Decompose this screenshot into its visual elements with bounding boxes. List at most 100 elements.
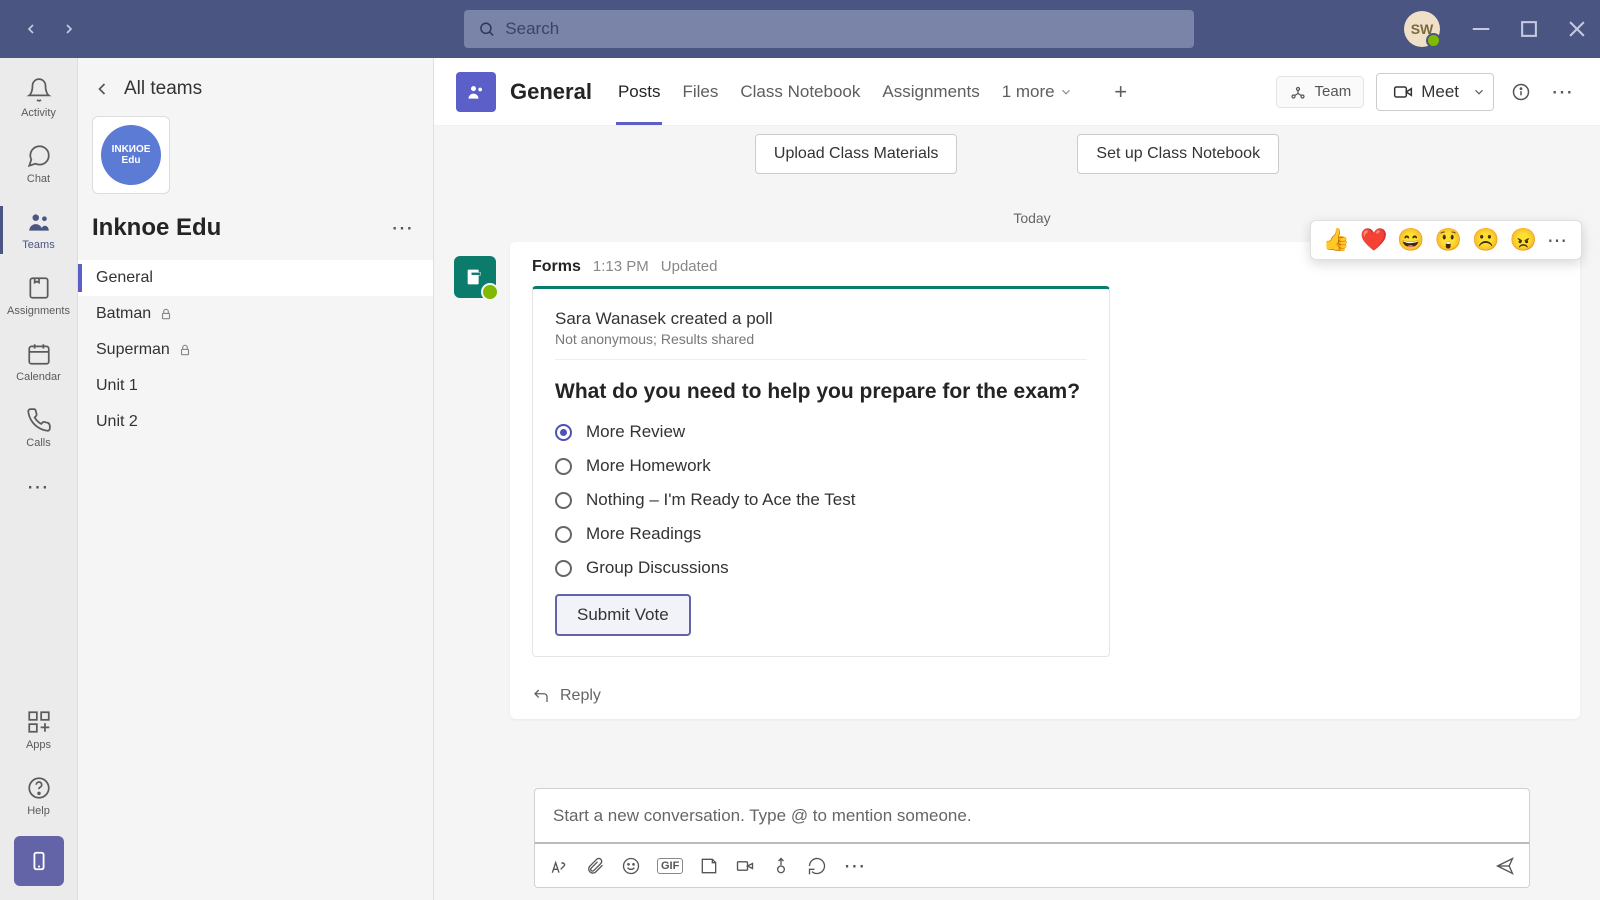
sticker-icon[interactable] [699,856,719,876]
radio-button[interactable] [555,458,572,475]
rail-chat[interactable]: Chat [0,132,77,196]
message-more-actions[interactable]: ⋯ [1547,228,1569,253]
message-time: 1:13 PM [593,258,649,275]
tab-more[interactable]: 1 more [1000,58,1075,125]
channel-more-button[interactable]: ⋯ [1548,77,1578,107]
poll-option[interactable]: More Homework [555,456,1087,476]
channel-info-button[interactable] [1506,77,1536,107]
rail-mobile-button[interactable] [14,836,64,886]
channel-batman[interactable]: Batman [78,296,433,332]
meet-label: Meet [1421,82,1459,102]
search-box[interactable] [464,10,1194,48]
loop-icon[interactable] [807,856,827,876]
format-icon[interactable] [549,856,569,876]
nav-forward-button[interactable] [54,14,84,44]
reaction-heart[interactable]: ❤️ [1360,227,1387,253]
poll-question: What do you need to help you prepare for… [555,378,1087,406]
lock-icon [159,307,173,321]
rail-teams[interactable]: Teams [0,198,77,262]
reply-button[interactable]: Reply [510,677,1580,719]
channel-unit-1[interactable]: Unit 1 [78,368,433,404]
rail-apps[interactable]: Apps [0,704,77,768]
chat-icon [26,143,52,169]
poll-option-label: Group Discussions [586,558,729,578]
app-rail: Activity Chat Teams Assignments Calendar… [0,58,78,900]
channel-superman[interactable]: Superman [78,332,433,368]
team-avatar[interactable]: INKИOE Edu [92,116,170,194]
rail-calls[interactable]: Calls [0,396,77,460]
radio-button[interactable] [555,526,572,543]
all-teams-button[interactable]: All teams [78,58,433,110]
rail-label: Calls [26,437,50,449]
poll-option[interactable]: Nothing – I'm Ready to Ace the Test [555,490,1087,510]
meet-button[interactable]: Meet [1376,73,1476,111]
nav-back-button[interactable] [16,14,46,44]
radio-button[interactable] [555,424,572,441]
channel-general[interactable]: General [78,260,433,296]
search-input[interactable] [505,19,1180,39]
tab-files[interactable]: Files [680,58,720,125]
emoji-icon[interactable] [621,856,641,876]
user-avatar[interactable]: SW [1404,11,1440,47]
mobile-icon [28,850,50,872]
assignments-icon [26,275,52,301]
rail-activity[interactable]: Activity [0,66,77,130]
team-title: Inknoe Edu [92,214,391,242]
team-btn-label: Team [1315,83,1352,100]
meet-now-icon[interactable] [735,856,755,876]
radio-button[interactable] [555,492,572,509]
message-sender[interactable]: Forms [532,258,581,276]
tab-class-notebook[interactable]: Class Notebook [738,58,862,125]
channel-label: Unit 2 [96,413,138,431]
tab-assignments[interactable]: Assignments [880,58,981,125]
poll-option[interactable]: More Review [555,422,1087,442]
channel-label: General [96,269,153,287]
reply-icon [532,687,550,705]
rail-help[interactable]: Help [0,770,77,834]
setup-class-notebook-button[interactable]: Set up Class Notebook [1077,134,1279,174]
reaction-like[interactable]: 👍 [1323,227,1350,253]
chevron-down-icon [1059,85,1073,99]
add-tab-button[interactable]: + [1107,78,1135,106]
channel-title: General [510,79,592,105]
rail-assignments[interactable]: Assignments [0,264,77,328]
message-status: Updated [661,258,718,275]
submit-vote-button[interactable]: Submit Vote [555,594,691,636]
gif-icon[interactable]: GIF [657,858,683,874]
window-close[interactable] [1566,18,1588,40]
poll-option[interactable]: Group Discussions [555,558,1087,578]
meet-dropdown[interactable] [1464,73,1494,111]
forms-app-avatar [454,256,496,298]
calendar-icon [26,341,52,367]
main-content: General Posts Files Class Notebook Assig… [434,58,1600,900]
composer: Start a new conversation. Type @ to ment… [534,788,1530,888]
radio-button[interactable] [555,560,572,577]
org-icon [1289,83,1307,101]
reply-label: Reply [560,687,601,705]
channel-avatar [456,72,496,112]
reaction-surprised[interactable]: 😲 [1435,227,1462,253]
reaction-laugh[interactable]: 😄 [1397,227,1424,253]
reaction-angry[interactable]: 😠 [1510,227,1537,253]
rail-calendar[interactable]: Calendar [0,330,77,394]
rail-more-icon[interactable]: ⋯ [24,472,54,502]
stream-icon[interactable] [771,856,791,876]
message-card: 👍 ❤️ 😄 😲 ☹️ 😠 ⋯ Forms 1:13 PM Updated [510,242,1580,719]
compose-placeholder: Start a new conversation. Type @ to ment… [553,806,972,826]
poll-option[interactable]: More Readings [555,524,1087,544]
tab-posts[interactable]: Posts [616,58,663,125]
info-icon [1511,82,1531,102]
window-minimize[interactable] [1470,18,1492,40]
chevron-down-icon [1472,85,1486,99]
compose-input[interactable]: Start a new conversation. Type @ to ment… [534,788,1530,844]
send-icon[interactable] [1495,856,1515,876]
attach-icon[interactable] [585,856,605,876]
org-visibility-button[interactable]: Team [1276,76,1365,108]
channel-unit-2[interactable]: Unit 2 [78,404,433,440]
reaction-sad[interactable]: ☹️ [1472,227,1499,253]
upload-class-materials-button[interactable]: Upload Class Materials [755,134,958,174]
apps-icon [26,709,52,735]
search-icon [478,20,495,38]
window-maximize[interactable] [1518,18,1540,40]
chevron-left-icon [92,79,112,99]
